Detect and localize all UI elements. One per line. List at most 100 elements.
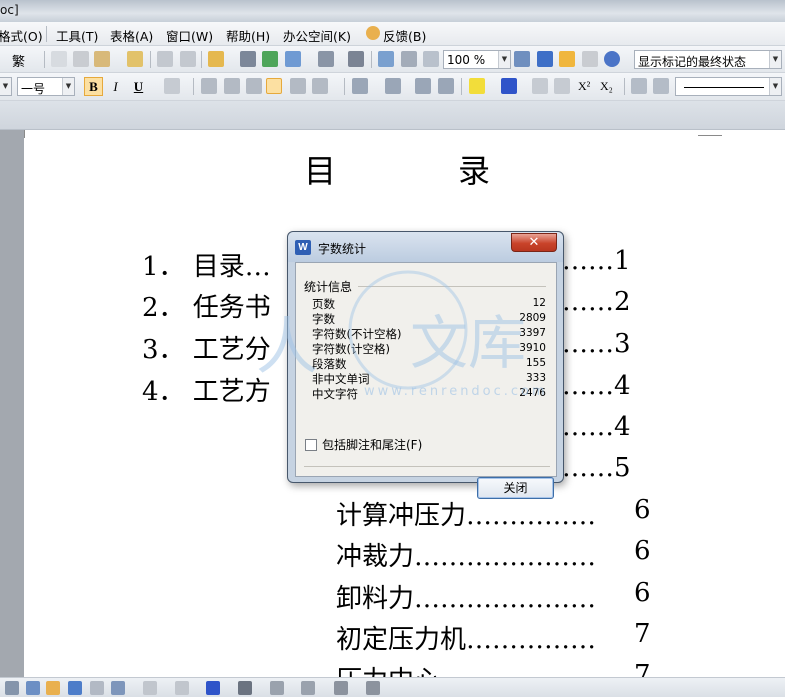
menu-format[interactable]: 格式(O) xyxy=(0,26,43,45)
paragraph-marks-icon[interactable] xyxy=(401,51,417,67)
distribute-icon[interactable] xyxy=(290,78,306,94)
font-effects-icon[interactable] xyxy=(164,78,180,94)
shadow-icon[interactable] xyxy=(334,681,348,695)
copy-icon[interactable] xyxy=(51,51,67,67)
textbox-icon[interactable] xyxy=(5,681,19,695)
border-style-select[interactable]: ▼ xyxy=(675,77,782,96)
chevron-down-icon: ▼ xyxy=(498,51,510,68)
line-style-icon[interactable] xyxy=(238,681,252,695)
chart-icon[interactable] xyxy=(348,51,364,67)
wordart-icon[interactable] xyxy=(68,681,82,695)
stat-value: 155 xyxy=(525,357,546,369)
shading-icon[interactable] xyxy=(653,78,669,94)
increase-indent-icon[interactable] xyxy=(438,78,454,94)
insert-table-icon[interactable] xyxy=(208,51,224,67)
chevron-down-icon: ▼ xyxy=(769,78,781,95)
star-icon[interactable] xyxy=(46,681,60,695)
shirt-icon[interactable] xyxy=(582,51,598,67)
menu-window[interactable]: 窗口(W) xyxy=(166,26,213,45)
font-color-icon[interactable] xyxy=(501,78,517,94)
menu-tools[interactable]: 工具(T) xyxy=(56,26,98,45)
justify-icon[interactable] xyxy=(266,78,282,94)
window-title: oc] xyxy=(0,3,19,17)
stat-label: 段落数 xyxy=(312,357,347,371)
undo-icon[interactable] xyxy=(157,51,173,67)
word-count-dialog: W 字数统计 ✕ 统计信息 页数 12 字数 2809 字符数(不计空格) 33… xyxy=(287,231,564,499)
menu-table[interactable]: 表格(A) xyxy=(110,26,153,45)
menu-feedback[interactable]: 反馈(B) xyxy=(383,26,426,45)
shrink-font-icon[interactable] xyxy=(554,78,570,94)
markup-state-select[interactable]: 显示标记的最终状态 ▼ xyxy=(634,50,782,69)
stat-row: 页数 12 xyxy=(312,296,546,311)
picture-icon[interactable] xyxy=(111,681,125,695)
paste-icon[interactable] xyxy=(94,51,110,67)
dash-style-icon[interactable] xyxy=(270,681,284,695)
italic-button[interactable]: I xyxy=(106,77,125,96)
stat-row: 字数 2809 xyxy=(312,311,546,326)
line-color-icon[interactable] xyxy=(175,681,189,695)
superscript-button[interactable]: X² xyxy=(578,79,590,94)
star-icon[interactable] xyxy=(559,51,575,67)
decrease-indent-icon[interactable] xyxy=(415,78,431,94)
stat-label: 字符数(不计空格) xyxy=(312,327,402,341)
line-spacing-icon[interactable] xyxy=(312,78,328,94)
zoom-value: 100 % xyxy=(447,53,486,67)
drawing-icon[interactable] xyxy=(378,51,394,67)
help-icon[interactable] xyxy=(604,51,620,67)
toolbar-divider xyxy=(624,78,625,95)
dialog-title: 字数统计 xyxy=(318,242,367,256)
align-center-icon[interactable] xyxy=(224,78,240,94)
toc-page-number: ……4 xyxy=(562,371,631,401)
3d-style-icon[interactable] xyxy=(366,681,380,695)
stat-row: 中文字符 2476 xyxy=(312,386,546,401)
toc-page-number: ……4 xyxy=(562,412,631,442)
stat-value: 2809 xyxy=(519,312,546,324)
formula-icon[interactable] xyxy=(240,51,256,67)
columns-icon[interactable] xyxy=(318,51,334,67)
drawing-toolbar xyxy=(0,677,785,697)
arrow-style-icon[interactable] xyxy=(301,681,315,695)
formatting-toolbar: ▼ 一号 ▼ B I U X² X₂ ▼ xyxy=(0,73,785,101)
close-icon[interactable]: ✕ xyxy=(511,233,557,252)
vertical-textbox-icon[interactable] xyxy=(26,681,40,695)
bold-button[interactable]: B xyxy=(84,77,103,96)
dialog-title-bar[interactable]: W 字数统计 ✕ xyxy=(288,232,563,262)
hyperlink-icon[interactable] xyxy=(262,51,278,67)
stat-label: 中文字符 xyxy=(312,387,358,401)
traditional-chinese-button[interactable]: 繁 xyxy=(12,51,25,70)
format-painter-icon[interactable] xyxy=(127,51,143,67)
border-icon[interactable] xyxy=(631,78,647,94)
bullets-icon[interactable] xyxy=(385,78,401,94)
table-icon[interactable] xyxy=(285,51,301,67)
font-color-icon[interactable] xyxy=(206,681,220,695)
help-topics-icon[interactable] xyxy=(514,51,530,67)
toolbar-divider xyxy=(371,51,372,68)
close-button[interactable]: 关闭 xyxy=(477,477,554,499)
feedback-icon xyxy=(366,26,380,40)
checkbox-box[interactable] xyxy=(305,439,317,451)
menu-office-space[interactable]: 办公空间(K) xyxy=(283,26,351,45)
grow-font-icon[interactable] xyxy=(532,78,548,94)
cut-icon[interactable] xyxy=(73,51,89,67)
toolbar-divider xyxy=(461,78,462,95)
toolbar-divider xyxy=(44,51,45,68)
style-select[interactable]: ▼ xyxy=(0,77,12,96)
font-size-select[interactable]: 一号 ▼ xyxy=(17,77,75,96)
include-footnotes-checkbox[interactable]: 包括脚注和尾注(F) xyxy=(305,436,422,453)
redo-icon[interactable] xyxy=(180,51,196,67)
menu-help[interactable]: 帮助(H) xyxy=(226,26,270,45)
numbering-icon[interactable] xyxy=(352,78,368,94)
align-left-icon[interactable] xyxy=(201,78,217,94)
align-right-icon[interactable] xyxy=(246,78,262,94)
toc-page-number: 6 xyxy=(634,578,651,608)
dialog-body: 统计信息 页数 12 字数 2809 字符数(不计空格) 3397 字符数(计空… xyxy=(295,262,557,499)
subscript-button[interactable]: X₂ xyxy=(600,79,613,94)
fill-color-icon[interactable] xyxy=(143,681,157,695)
diagram-icon[interactable] xyxy=(90,681,104,695)
stat-row: 字符数(不计空格) 3397 xyxy=(312,326,546,341)
print-preview-icon[interactable] xyxy=(423,51,439,67)
highlight-icon[interactable] xyxy=(469,78,485,94)
document-icon[interactable] xyxy=(537,51,553,67)
underline-button[interactable]: U xyxy=(129,77,148,96)
zoom-select[interactable]: 100 % ▼ xyxy=(443,50,511,69)
